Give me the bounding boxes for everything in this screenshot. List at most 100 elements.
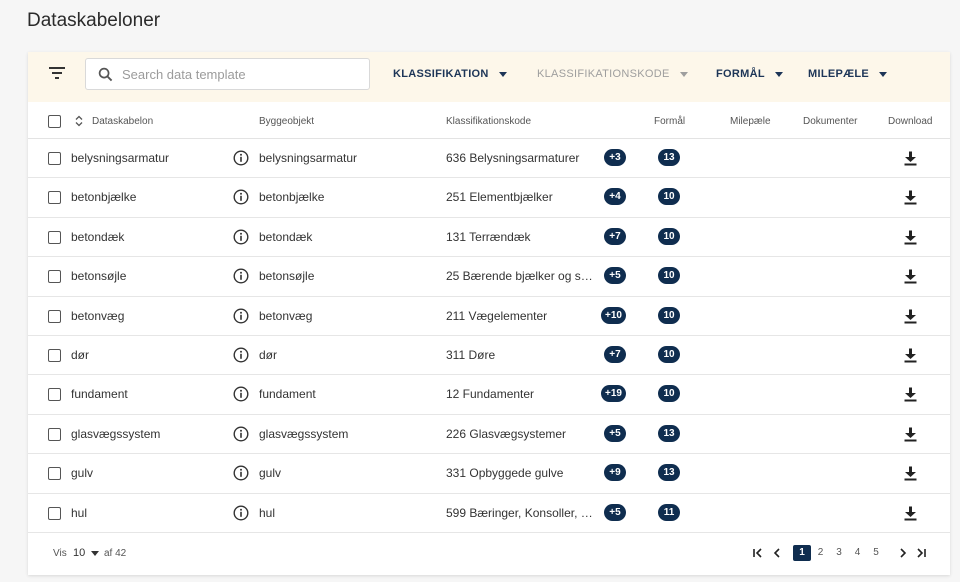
download-icon[interactable] xyxy=(904,151,917,166)
dropdown-klassifikation[interactable]: KLASSIFIKATION xyxy=(393,66,507,82)
extra-codes-badge[interactable]: +10 xyxy=(601,306,626,324)
table-row[interactable]: gulv gulv 331 Opbyggede gulve +9 13 xyxy=(28,454,950,494)
search-box[interactable] xyxy=(85,58,370,90)
row-checkbox[interactable] xyxy=(48,506,61,520)
row-code: 331 Opbyggede gulve xyxy=(446,466,564,481)
dropdown-klassifikationskode[interactable]: KLASSIFIKATIONSKODE xyxy=(537,66,688,82)
row-name: betonvæg xyxy=(71,308,125,323)
dropdown-formaal[interactable]: FORMÅL xyxy=(716,66,783,82)
row-object: betonvæg xyxy=(259,308,313,323)
info-icon[interactable] xyxy=(233,268,249,284)
row-code: 12 Fundamenter xyxy=(446,387,535,402)
row-object: gulv xyxy=(259,466,282,481)
row-checkbox[interactable] xyxy=(48,230,61,244)
download-icon[interactable] xyxy=(904,230,917,245)
extra-codes-badge[interactable]: +5 xyxy=(604,424,626,442)
table-row[interactable]: dør dør 311 Døre +7 10 xyxy=(28,336,950,376)
extra-codes-badge[interactable]: +5 xyxy=(604,503,626,521)
table-row[interactable]: glasvægssystem glasvægssystem 226 Glasvægs… xyxy=(28,415,950,455)
purpose-count-badge: 13 xyxy=(658,464,680,482)
row-checkbox[interactable] xyxy=(48,427,61,441)
extra-codes-badge[interactable]: +7 xyxy=(604,227,626,245)
download-icon[interactable] xyxy=(904,269,917,284)
rows-per-page-select[interactable]: 10 xyxy=(73,547,100,559)
info-icon[interactable] xyxy=(233,229,249,245)
filter-icon[interactable] xyxy=(48,66,66,80)
row-code: 251 Elementbjælker xyxy=(446,190,553,205)
purpose-count-badge: 13 xyxy=(658,149,680,166)
purpose-count-badge: 10 xyxy=(658,385,680,403)
row-checkbox[interactable] xyxy=(48,349,61,362)
extra-codes-badge[interactable]: +3 xyxy=(604,149,626,166)
search-input[interactable] xyxy=(122,59,362,89)
row-checkbox[interactable] xyxy=(48,467,61,481)
table-row[interactable]: hul hul 599 Bæringer, Konsoller, Stativer +… xyxy=(28,494,950,533)
info-icon[interactable] xyxy=(233,386,249,402)
info-icon[interactable] xyxy=(233,505,249,521)
row-name: belysningsarmatur xyxy=(71,151,170,165)
purpose-count-badge: 10 xyxy=(658,188,680,206)
download-icon[interactable] xyxy=(904,466,917,481)
table-row[interactable]: belysningsarmatur belysningsarmatur 636 Be… xyxy=(28,139,950,179)
next-page-icon[interactable] xyxy=(897,547,909,559)
last-page-icon[interactable] xyxy=(915,547,927,559)
row-object: glasvægssystem xyxy=(259,426,349,441)
previous-page-icon[interactable] xyxy=(771,547,783,559)
row-name: hul xyxy=(71,505,88,520)
extra-codes-badge[interactable]: +7 xyxy=(604,346,626,363)
table-row[interactable]: betonbjælke betonbjælke 251 Elementbjælker… xyxy=(28,178,950,218)
row-code: 25 Bærende bjælker og søjler xyxy=(446,269,598,284)
caret-down-icon xyxy=(774,71,783,77)
row-code: 131 Terrændæk xyxy=(446,229,531,244)
page-number-5[interactable]: 5 xyxy=(867,545,885,561)
extra-codes-badge[interactable]: +9 xyxy=(604,464,626,482)
page-number-2[interactable]: 2 xyxy=(812,545,830,561)
data-template-table: KLASSIFIKATION KLASSIFIKATIONSKODE FORMÅ… xyxy=(28,52,950,575)
row-checkbox[interactable] xyxy=(48,388,61,402)
download-icon[interactable] xyxy=(904,506,917,521)
info-icon[interactable] xyxy=(233,465,249,481)
column-header-milestone: Milepæle xyxy=(730,116,771,127)
info-icon[interactable] xyxy=(233,347,249,363)
table-row[interactable]: betonsøjle betonsøjle 25 Bærende bjælker o… xyxy=(28,257,950,297)
info-icon[interactable] xyxy=(233,426,249,442)
column-header-name[interactable]: Dataskabelon xyxy=(92,116,153,127)
info-icon[interactable] xyxy=(233,150,249,166)
info-icon[interactable] xyxy=(233,308,249,324)
purpose-count-badge: 13 xyxy=(658,424,680,442)
page-number-3[interactable]: 3 xyxy=(830,545,848,561)
search-icon xyxy=(98,67,113,82)
extra-codes-badge[interactable]: +19 xyxy=(601,385,626,403)
dropdown-label: KLASSIFIKATIONSKODE xyxy=(537,68,670,80)
table-row[interactable]: fundament fundament 12 Fundamenter +19 10 xyxy=(28,375,950,415)
page-number-1[interactable]: 1 xyxy=(793,545,811,561)
caret-down-icon xyxy=(679,71,688,77)
table-row[interactable]: betonvæg betonvæg 211 Vægelementer +10 10 xyxy=(28,297,950,336)
download-icon[interactable] xyxy=(904,309,917,324)
download-icon[interactable] xyxy=(904,190,917,205)
row-code: 211 Vægelementer xyxy=(446,308,548,323)
row-name: dør xyxy=(71,348,89,362)
total-count: af 42 xyxy=(104,548,127,559)
row-checkbox[interactable] xyxy=(48,309,61,323)
dropdown-milepaele[interactable]: MILEPÆLE xyxy=(808,66,888,82)
sort-icon[interactable] xyxy=(75,115,83,127)
page-number-4[interactable]: 4 xyxy=(849,545,867,561)
table-row[interactable]: betondæk betondæk 131 Terrændæk +7 10 xyxy=(28,218,950,258)
download-icon[interactable] xyxy=(904,427,917,442)
column-header-documents: Dokumenter xyxy=(803,116,858,127)
pagination: Vis 10 af 42 12345 xyxy=(28,532,950,575)
row-checkbox[interactable] xyxy=(48,191,61,205)
info-icon[interactable] xyxy=(233,189,249,205)
first-page-icon[interactable] xyxy=(752,547,764,559)
extra-codes-badge[interactable]: +5 xyxy=(604,267,626,285)
extra-codes-badge[interactable]: +4 xyxy=(604,188,626,206)
row-name: gulv xyxy=(71,466,94,481)
row-checkbox[interactable] xyxy=(48,152,61,165)
select-all-checkbox[interactable] xyxy=(48,115,61,128)
download-icon[interactable] xyxy=(904,348,917,363)
row-object: betonsøjle xyxy=(259,269,315,284)
purpose-count-badge: 10 xyxy=(658,346,680,363)
row-checkbox[interactable] xyxy=(48,270,61,284)
download-icon[interactable] xyxy=(904,387,917,402)
